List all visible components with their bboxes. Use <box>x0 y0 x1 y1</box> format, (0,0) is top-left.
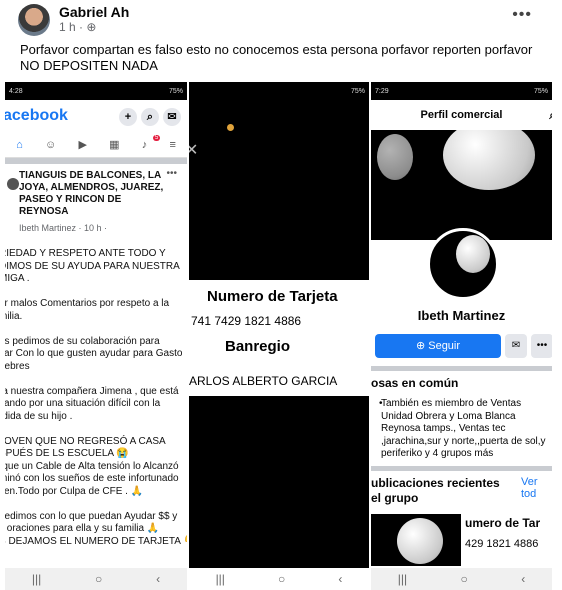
balloon-image <box>456 235 490 273</box>
follow-button[interactable]: ⊕ Seguir <box>375 334 501 358</box>
notification-badge: 5 <box>153 135 161 141</box>
profile-name: Ibeth Martinez <box>417 308 506 323</box>
messenger-icon: ✉ <box>511 340 521 351</box>
group-avatar[interactable] <box>7 178 19 190</box>
home-button-icon[interactable]: ○ <box>95 572 102 586</box>
group-name[interactable]: TIANGUIS DE BALCONES, LA JOYA, ALMENDROS… <box>19 170 167 218</box>
search-icon[interactable]: ⌕ <box>141 107 159 126</box>
profile-header: Perfil comercial <box>420 109 503 121</box>
screenshot-card-image: 75% ✕ Numero de Tarjeta 741 7429 1821 48… <box>189 82 369 590</box>
message-button[interactable]: ✉ <box>505 334 527 358</box>
notifications-icon[interactable]: ♪ <box>142 139 148 151</box>
status-time: 7:29 <box>375 87 389 95</box>
more-options-icon[interactable]: ••• <box>166 168 177 179</box>
android-nav-bar: ||| ○ ‹ <box>5 568 187 590</box>
screenshot-facebook-group-post: 4:28 75% acebook + ⌕ ✉ ⌂ ☺ ▶ ▦ ♪ ≡ 5 TIANG… <box>5 82 187 590</box>
common-text: También es miembro de Ventas Unidad Obre… <box>381 398 546 459</box>
group-post-body: RIEDAD Y RESPETO ANTE TODO Y DIMOS DE SU… <box>5 248 187 547</box>
recent-post-number: 429 1821 4886 <box>465 538 539 550</box>
divider <box>371 466 552 471</box>
home-icon[interactable]: ⌂ <box>16 139 23 151</box>
follow-icon: ⊕ <box>415 340 429 352</box>
groups-icon: • <box>379 398 383 409</box>
back-icon[interactable]: ‹ <box>156 572 160 586</box>
back-icon[interactable]: ‹ <box>521 572 525 586</box>
card-number: 741 7429 1821 4886 <box>191 314 302 328</box>
status-bar: 4:28 75% <box>5 82 187 100</box>
post-text: Porfavor compartan es falso esto no cono… <box>20 42 533 73</box>
home-button-icon[interactable]: ○ <box>278 572 285 586</box>
profile-picture[interactable] <box>427 228 499 300</box>
globe-icon: ⊕ <box>86 20 97 34</box>
group-post-meta: Ibeth Martinez · 10 h · <box>19 223 108 233</box>
top-icons: + ⌕ ✉ <box>115 107 181 126</box>
common-section-text: • También es miembro de Ventas Unidad Ob… <box>379 398 552 461</box>
marketplace-icon[interactable]: ▦ <box>109 138 119 151</box>
card-title: Numero de Tarjeta <box>207 288 338 305</box>
home-button-icon[interactable]: ○ <box>461 572 468 586</box>
recents-icon[interactable]: ||| <box>32 572 41 586</box>
post-author[interactable]: Gabriel Ah <box>59 4 129 20</box>
profile-top-bar: Perfil comercial ⌕ <box>371 100 552 130</box>
avatar[interactable] <box>18 4 50 36</box>
status-time: 4:28 <box>9 87 23 95</box>
cover-photo[interactable] <box>371 130 552 240</box>
friends-icon[interactable]: ☺ <box>45 139 56 151</box>
recent-post-thumbnail[interactable] <box>371 514 461 566</box>
screenshot-collage: 4:28 75% acebook + ⌕ ✉ ⌂ ☺ ▶ ▦ ♪ ≡ 5 TIANG… <box>5 82 552 590</box>
divider <box>371 366 552 371</box>
balloon-image <box>443 130 535 190</box>
status-battery: 75% <box>168 87 183 95</box>
card-holder: ARLOS ALBERTO GARCIA <box>189 374 338 388</box>
back-icon[interactable]: ‹ <box>338 572 342 586</box>
facebook-logo: acebook <box>5 107 68 124</box>
status-battery: 75% <box>350 87 365 95</box>
more-button[interactable]: ••• <box>531 334 552 358</box>
messenger-icon[interactable]: ✉ <box>163 107 181 126</box>
recent-posts-title: ublicaciones recientes el grupo <box>371 476 500 505</box>
status-bar: 7:29 75% <box>371 82 552 100</box>
android-nav-bar: ||| ○ ‹ <box>189 568 369 590</box>
status-battery: 75% <box>533 87 548 95</box>
more-options-icon: ••• <box>536 340 548 351</box>
screenshot-profile: 7:29 75% Perfil comercial ⌕ Ibeth Martin… <box>371 82 552 590</box>
facebook-top-bar: acebook + ⌕ ✉ <box>5 100 187 132</box>
balloon-image <box>397 518 443 564</box>
close-icon[interactable]: ✕ <box>189 140 198 160</box>
status-bar: 75% <box>189 82 369 100</box>
recents-icon[interactable]: ||| <box>216 572 225 586</box>
bank-name: Banregio <box>225 338 291 355</box>
follow-label: Seguir <box>428 340 461 352</box>
image-black-area: ✕ <box>189 100 369 280</box>
post-header: Gabriel Ah 1 h · ⊕ ••• <box>0 0 562 40</box>
android-nav-bar: ||| ○ ‹ <box>371 568 552 590</box>
group-post-header: TIANGUIS DE BALCONES, LA JOYA, ALMENDROS… <box>5 164 187 248</box>
see-all-link[interactable]: Ver tod <box>521 476 552 500</box>
post-meta: 1 h · ⊕ <box>59 20 96 34</box>
recents-icon[interactable]: ||| <box>398 572 407 586</box>
menu-icon[interactable]: ≡ <box>169 139 175 151</box>
emoji-icon <box>227 124 234 131</box>
more-options-icon[interactable]: ••• <box>512 6 532 24</box>
card-info-panel: Numero de Tarjeta 741 7429 1821 4886 Ban… <box>189 280 369 396</box>
common-section-title: osas en común <box>371 376 459 390</box>
recent-post-title: umero de Tar <box>465 516 541 530</box>
facebook-tabs: ⌂ ☺ ▶ ▦ ♪ ≡ 5 <box>5 132 187 158</box>
plus-icon[interactable]: + <box>119 107 137 126</box>
watch-icon[interactable]: ▶ <box>78 138 86 151</box>
balloon-image <box>377 134 413 180</box>
search-icon[interactable]: ⌕ <box>549 100 552 130</box>
post-time[interactable]: 1 h · <box>59 20 86 34</box>
